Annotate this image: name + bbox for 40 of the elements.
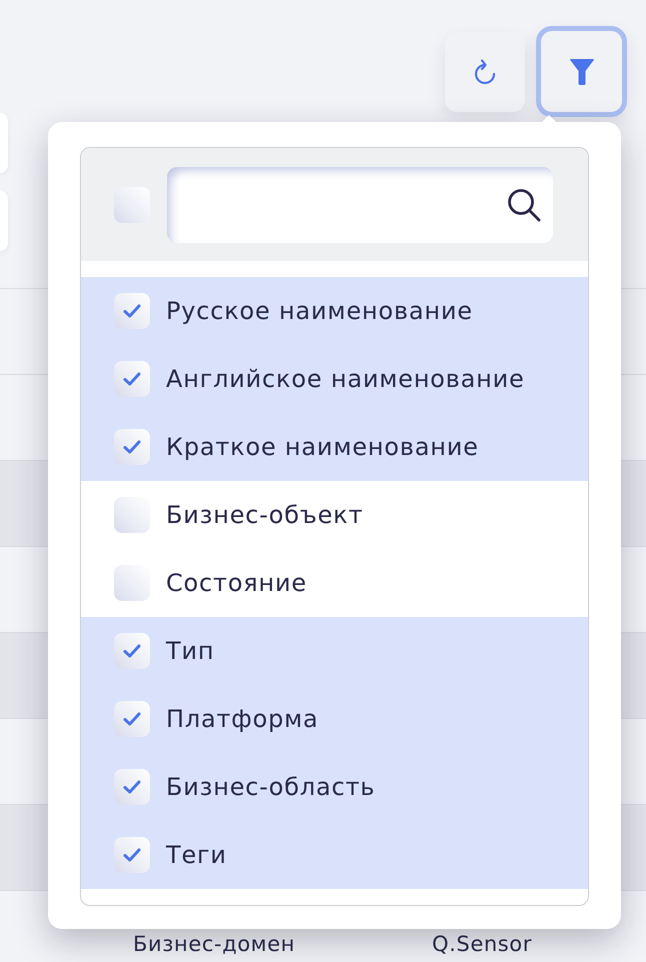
option-label: Русское наименование [166, 297, 473, 325]
option-label: Бизнес-область [166, 773, 376, 801]
checkmark-icon [123, 644, 141, 658]
column-option[interactable]: Краткое наименование [81, 413, 588, 481]
checkbox[interactable] [114, 633, 150, 669]
option-label: Теги [166, 841, 227, 869]
column-option[interactable]: Русское наименование [81, 277, 588, 345]
column-option[interactable]: Теги [81, 821, 588, 889]
search-field[interactable] [167, 166, 553, 242]
column-option[interactable]: Бизнес-область [81, 753, 588, 821]
checkbox[interactable] [114, 837, 150, 873]
table-cell: Q.Sensor [432, 932, 532, 956]
checkbox[interactable] [114, 429, 150, 465]
checkbox[interactable] [114, 497, 150, 533]
filter-button[interactable] [536, 26, 627, 117]
refresh-icon [472, 58, 498, 86]
checkbox[interactable] [114, 293, 150, 329]
search-icon [507, 188, 541, 222]
checkbox[interactable] [114, 701, 150, 737]
column-option[interactable]: Платформа [81, 685, 588, 753]
checkmark-icon [123, 440, 141, 454]
select-all-checkbox[interactable] [114, 186, 150, 222]
checkmark-icon [123, 848, 141, 862]
column-option[interactable]: Тип [81, 617, 588, 685]
option-label: Английское наименование [166, 365, 525, 393]
option-label: Краткое наименование [166, 433, 479, 461]
filter-icon [568, 58, 594, 86]
option-label: Состояние [166, 569, 307, 597]
checkmark-icon [123, 712, 141, 726]
checkbox[interactable] [114, 565, 150, 601]
option-label: Бизнес-объект [166, 501, 364, 529]
column-option[interactable]: Английское наименование [81, 345, 588, 413]
checkmark-icon [123, 780, 141, 794]
checkbox[interactable] [114, 769, 150, 805]
table-cell: Бизнес-домен [133, 932, 296, 956]
option-label: Тип [166, 637, 214, 665]
option-label: Платформа [166, 705, 319, 733]
checkmark-icon [123, 304, 141, 318]
checkmark-icon [123, 372, 141, 386]
checkbox[interactable] [114, 361, 150, 397]
